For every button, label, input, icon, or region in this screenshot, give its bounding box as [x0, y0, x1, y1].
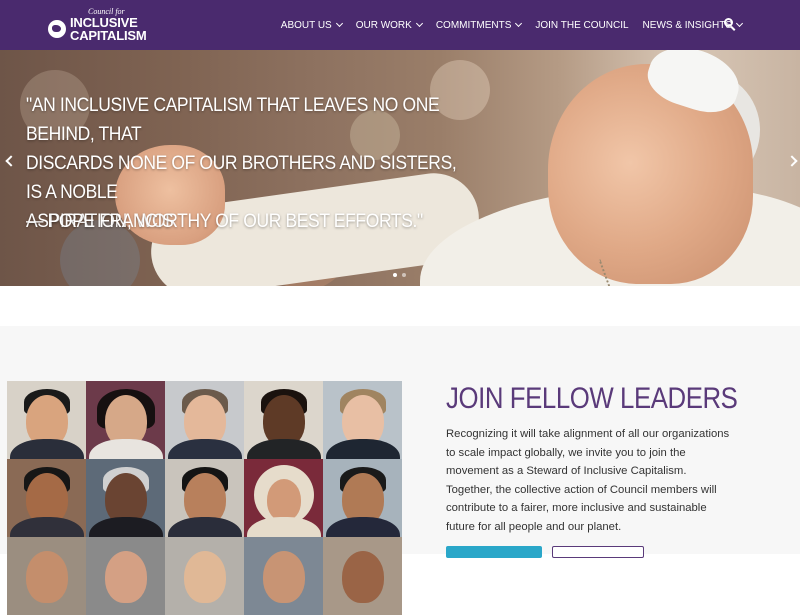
face — [266, 479, 301, 521]
logo-line2: CAPITALISM — [70, 28, 147, 43]
nav-join-label: JOIN THE COUNCIL — [535, 19, 629, 31]
nav-commitments[interactable]: COMMITMENTS — [435, 19, 523, 31]
join-primary-button[interactable] — [446, 546, 542, 558]
logo-text: Council for INCLUSIVE CAPITALISM — [70, 8, 147, 43]
carousel-prev-arrow-icon[interactable] — [5, 155, 17, 167]
leader-photo — [244, 381, 323, 459]
shoulders — [88, 517, 163, 537]
quote-line: discards none of our brothers and sister… — [26, 153, 457, 203]
leader-photo — [7, 459, 86, 537]
leader-photo — [323, 459, 402, 537]
leader-photo — [165, 381, 244, 459]
quote-line: "An inclusive capitalism that leaves no … — [26, 95, 440, 145]
leader-photo — [244, 459, 323, 537]
nav-our-work[interactable]: OUR WORK — [355, 19, 423, 31]
face — [25, 551, 68, 603]
nav-commitments-label: COMMITMENTS — [435, 19, 512, 31]
shoulders — [167, 439, 242, 459]
main-nav: ABOUT US OUR WORK COMMITMENTS JOIN THE C… — [280, 0, 744, 50]
council-logo[interactable]: Council for INCLUSIVE CAPITALISM — [48, 8, 147, 43]
shoulders — [325, 439, 400, 459]
leader-photo — [7, 537, 86, 615]
shoulders — [246, 439, 321, 459]
shoulders — [9, 439, 84, 459]
chevron-down-icon — [415, 19, 423, 28]
nav-news-label: NEWS & INSIGHTS — [642, 19, 732, 31]
face — [262, 551, 305, 603]
shoulders — [167, 517, 242, 537]
quote-attribution: — Pope Francis — [26, 211, 174, 232]
carousel-dots — [393, 273, 406, 277]
leader-photo — [86, 459, 165, 537]
face — [341, 551, 384, 603]
join-section-body: Recognizing it will take alignment of al… — [446, 428, 730, 533]
carousel-next-arrow-icon[interactable] — [786, 155, 798, 167]
face — [104, 551, 147, 603]
leader-photo — [244, 537, 323, 615]
shoulders — [325, 517, 400, 537]
shoulders — [246, 517, 321, 537]
leader-photo — [165, 537, 244, 615]
leader-photo — [86, 381, 165, 459]
leaders-photo-grid — [7, 381, 402, 615]
carousel-dot-2[interactable] — [402, 273, 406, 277]
leader-photo — [86, 537, 165, 615]
leader-photo — [323, 537, 402, 615]
nav-join-the-council[interactable]: JOIN THE COUNCIL — [535, 20, 628, 31]
face — [183, 551, 226, 603]
globe-icon — [48, 20, 66, 38]
site-header: Council for INCLUSIVE CAPITALISM ABOUT U… — [0, 0, 800, 50]
nav-our-work-label: OUR WORK — [355, 19, 412, 31]
shoulders — [9, 517, 84, 537]
shoulders — [88, 439, 163, 459]
nav-about-us-label: ABOUT US — [280, 19, 332, 31]
leader-photo — [7, 381, 86, 459]
carousel-dot-1[interactable] — [393, 273, 397, 277]
search-icon-handle — [730, 26, 736, 31]
search-icon[interactable] — [723, 17, 739, 33]
nav-about-us[interactable]: ABOUT US — [280, 19, 343, 31]
leader-photo — [323, 381, 402, 459]
hero-carousel: "An inclusive capitalism that leaves no … — [0, 50, 800, 286]
join-section-title: JOIN FELLOW LEADERS — [446, 382, 738, 415]
chevron-down-icon — [515, 19, 523, 28]
leader-photo — [165, 459, 244, 537]
join-secondary-button[interactable] — [552, 546, 644, 558]
chevron-down-icon — [335, 19, 343, 28]
